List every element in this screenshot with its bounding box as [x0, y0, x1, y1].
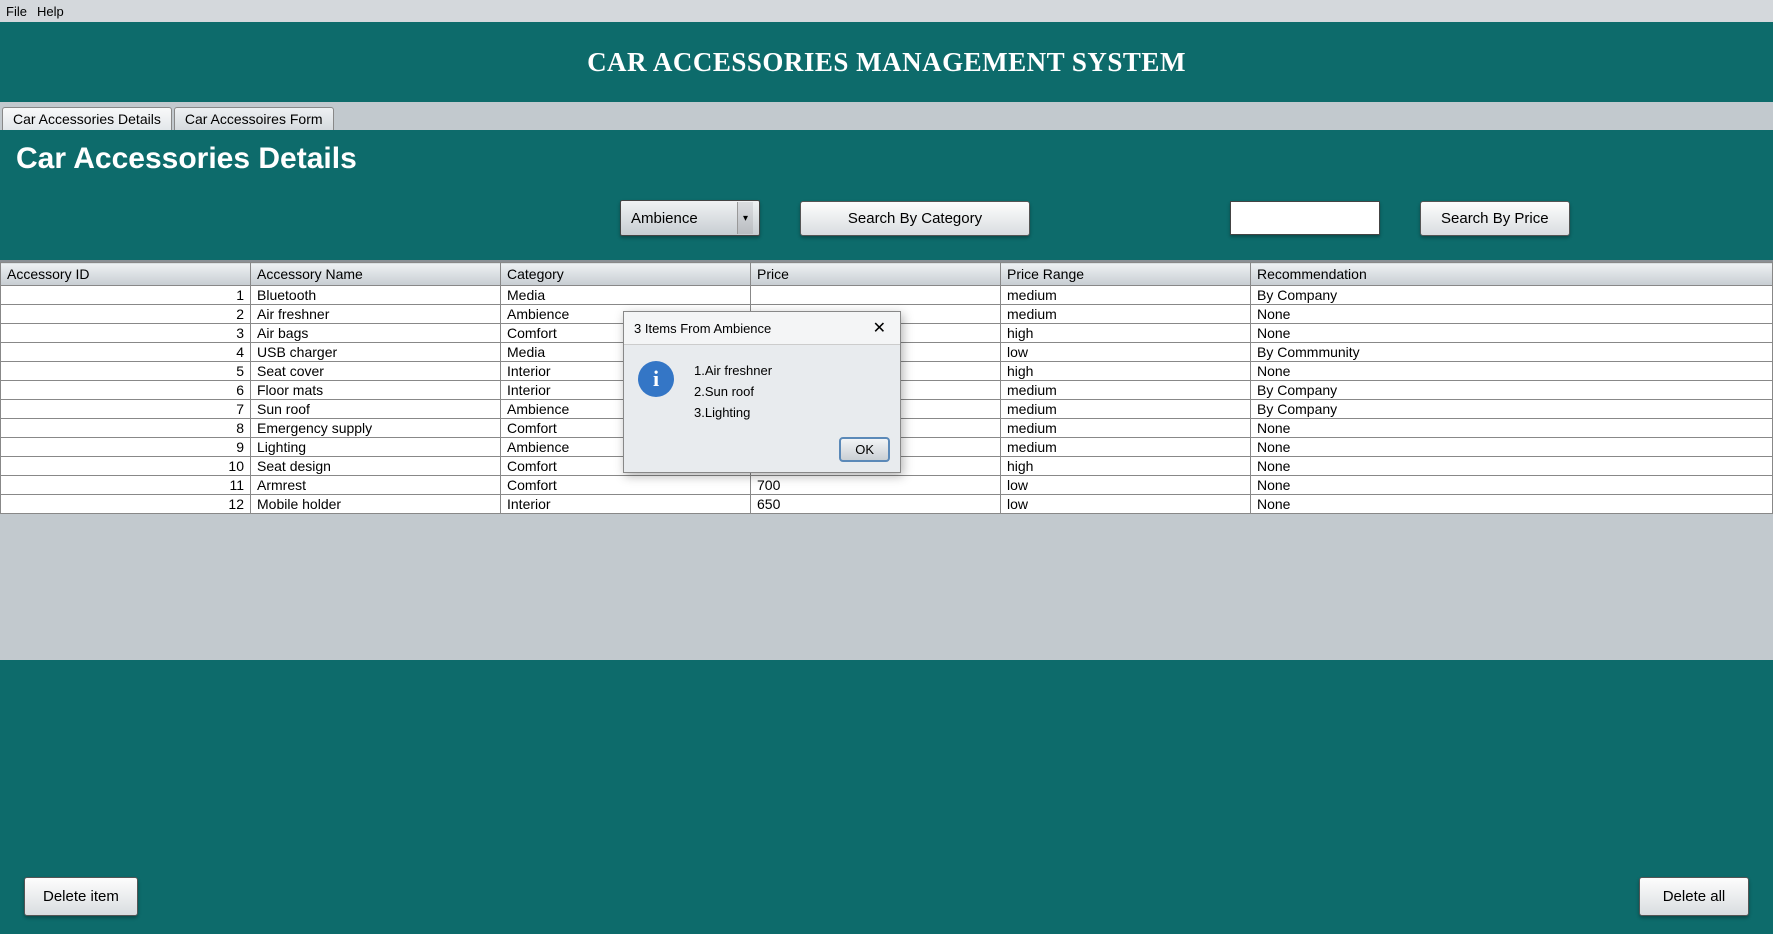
- close-icon[interactable]: ✕: [869, 318, 890, 338]
- cell-id: 6: [1, 381, 251, 400]
- cell-name: Armrest: [251, 476, 501, 495]
- cell-price: [751, 286, 1001, 305]
- ok-button[interactable]: OK: [839, 437, 890, 462]
- dialog-body: i 1.Air freshner 2.Sun roof 3.Lighting: [624, 345, 900, 431]
- cell-recommendation: None: [1251, 476, 1773, 495]
- dropdown-value: Ambience: [631, 210, 698, 227]
- cell-name: Seat cover: [251, 362, 501, 381]
- chevron-down-icon: ▾: [737, 202, 753, 234]
- col-price[interactable]: Price: [751, 263, 1001, 286]
- dialog-item: 1.Air freshner: [694, 361, 772, 382]
- dialog-footer: OK: [624, 431, 900, 472]
- dialog-item: 2.Sun roof: [694, 382, 772, 403]
- app-title: CAR ACCESSORIES MANAGEMENT SYSTEM: [587, 47, 1186, 78]
- cell-id: 9: [1, 438, 251, 457]
- cell-range: medium: [1001, 381, 1251, 400]
- table-row[interactable]: 1BluetoothMedia mediumBy Company: [1, 286, 1773, 305]
- cell-recommendation: By Company: [1251, 286, 1773, 305]
- dialog-item: 3.Lighting: [694, 403, 772, 424]
- cell-id: 5: [1, 362, 251, 381]
- page-title: Car Accessories Details: [0, 142, 1773, 176]
- col-name[interactable]: Accessory Name: [251, 263, 501, 286]
- cell-name: Sun roof: [251, 400, 501, 419]
- cell-range: high: [1001, 324, 1251, 343]
- cell-recommendation: By Commmunity: [1251, 343, 1773, 362]
- tab-form[interactable]: Car Accessoires Form: [174, 107, 334, 130]
- content-area: Car Accessories Details Ambience ▾ Searc…: [0, 130, 1773, 934]
- cell-recommendation: None: [1251, 362, 1773, 381]
- cell-name: Emergency supply: [251, 419, 501, 438]
- cell-id: 10: [1, 457, 251, 476]
- cell-id: 2: [1, 305, 251, 324]
- cell-name: Floor mats: [251, 381, 501, 400]
- cell-id: 8: [1, 419, 251, 438]
- cell-price: 700: [751, 476, 1001, 495]
- cell-id: 4: [1, 343, 251, 362]
- table-header-row: Accessory ID Accessory Name Category Pri…: [1, 263, 1773, 286]
- delete-item-button[interactable]: Delete item: [24, 877, 138, 916]
- dialog-titlebar: 3 Items From Ambience ✕: [624, 312, 900, 345]
- cell-id: 7: [1, 400, 251, 419]
- search-row: Ambience ▾ Search By Category Search By …: [0, 200, 1773, 236]
- menubar: File Help: [0, 0, 1773, 22]
- menu-help[interactable]: Help: [37, 4, 64, 19]
- cell-range: low: [1001, 343, 1251, 362]
- cell-range: high: [1001, 362, 1251, 381]
- cell-range: low: [1001, 476, 1251, 495]
- search-category-button[interactable]: Search By Category: [800, 201, 1030, 236]
- col-category[interactable]: Category: [501, 263, 751, 286]
- col-range[interactable]: Price Range: [1001, 263, 1251, 286]
- cell-category: Interior: [501, 495, 751, 514]
- cell-name: Mobile holder: [251, 495, 501, 514]
- cell-id: 11: [1, 476, 251, 495]
- header-banner: CAR ACCESSORIES MANAGEMENT SYSTEM: [0, 22, 1773, 102]
- cell-name: Air freshner: [251, 305, 501, 324]
- cell-range: medium: [1001, 286, 1251, 305]
- info-icon: i: [638, 361, 674, 397]
- cell-recommendation: By Company: [1251, 381, 1773, 400]
- cell-recommendation: None: [1251, 495, 1773, 514]
- delete-all-button[interactable]: Delete all: [1639, 877, 1749, 916]
- cell-name: Air bags: [251, 324, 501, 343]
- cell-price: 650: [751, 495, 1001, 514]
- cell-category: Comfort: [501, 476, 751, 495]
- tab-details[interactable]: Car Accessories Details: [2, 107, 172, 130]
- price-input[interactable]: [1230, 201, 1380, 235]
- cell-range: medium: [1001, 438, 1251, 457]
- cell-recommendation: By Company: [1251, 400, 1773, 419]
- tabbar: Car Accessories Details Car Accessoires …: [0, 102, 1773, 130]
- cell-range: high: [1001, 457, 1251, 476]
- cell-name: USB charger: [251, 343, 501, 362]
- cell-range: medium: [1001, 305, 1251, 324]
- cell-range: medium: [1001, 400, 1251, 419]
- col-id[interactable]: Accessory ID: [1, 263, 251, 286]
- col-recommendation[interactable]: Recommendation: [1251, 263, 1773, 286]
- cell-range: medium: [1001, 419, 1251, 438]
- cell-recommendation: None: [1251, 438, 1773, 457]
- cell-recommendation: None: [1251, 457, 1773, 476]
- info-dialog: 3 Items From Ambience ✕ i 1.Air freshner…: [623, 311, 901, 473]
- search-price-button[interactable]: Search By Price: [1420, 201, 1570, 236]
- cell-recommendation: None: [1251, 305, 1773, 324]
- cell-id: 3: [1, 324, 251, 343]
- cell-category: Media: [501, 286, 751, 305]
- table-row[interactable]: 11ArmrestComfort700lowNone: [1, 476, 1773, 495]
- category-dropdown[interactable]: Ambience ▾: [620, 200, 760, 236]
- menu-file[interactable]: File: [6, 4, 27, 19]
- cell-recommendation: None: [1251, 419, 1773, 438]
- cell-name: Lighting: [251, 438, 501, 457]
- table-row[interactable]: 12Mobile holderInterior650lowNone: [1, 495, 1773, 514]
- cell-name: Seat design: [251, 457, 501, 476]
- cell-recommendation: None: [1251, 324, 1773, 343]
- cell-id: 12: [1, 495, 251, 514]
- cell-range: low: [1001, 495, 1251, 514]
- dialog-title-text: 3 Items From Ambience: [634, 321, 771, 336]
- dialog-list: 1.Air freshner 2.Sun roof 3.Lighting: [694, 361, 772, 423]
- bottom-row: Delete item Delete all: [0, 877, 1773, 916]
- cell-id: 1: [1, 286, 251, 305]
- cell-name: Bluetooth: [251, 286, 501, 305]
